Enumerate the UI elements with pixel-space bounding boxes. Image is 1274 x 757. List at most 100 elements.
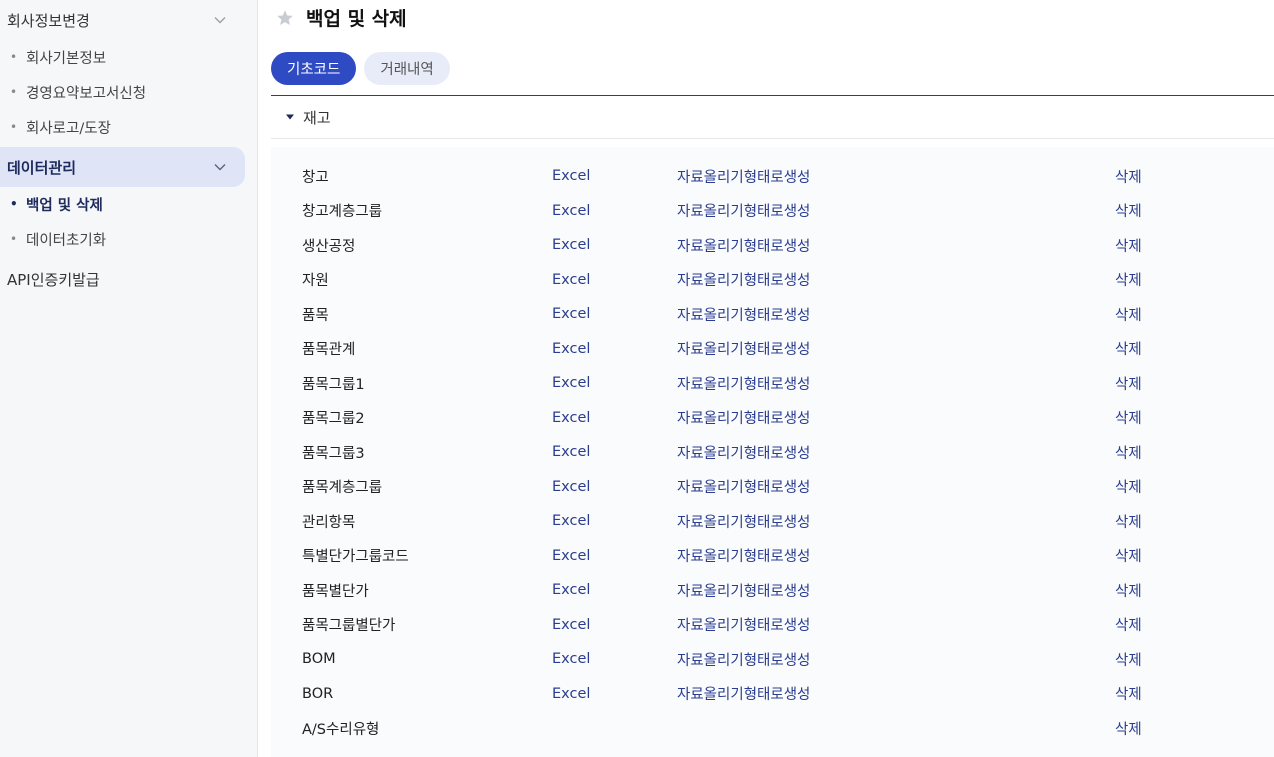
excel-link[interactable]: Excel	[552, 513, 590, 529]
delete-link[interactable]: 삭제	[1115, 407, 1142, 428]
generate-upload-format-link[interactable]: 자료올리기형태로생성	[677, 476, 810, 497]
delete-link[interactable]: 삭제	[1115, 304, 1142, 325]
delete-link[interactable]: 삭제	[1115, 200, 1142, 221]
generate-upload-format-link[interactable]: 자료올리기형태로생성	[677, 235, 810, 256]
item-name: BOM	[302, 651, 336, 667]
delete-link[interactable]: 삭제	[1115, 718, 1142, 739]
item-name: 품목계층그룹	[302, 480, 383, 496]
section-header-inventory[interactable]: 재고	[271, 96, 1274, 139]
list-item: 품목별단가 Excel 자료올리기형태로생성 삭제	[271, 573, 1274, 607]
delete-link[interactable]: 삭제	[1115, 373, 1142, 394]
item-name: BOR	[302, 685, 334, 702]
item-name: 관리항목	[302, 514, 356, 531]
caret-down-icon	[286, 114, 294, 120]
generate-upload-format-link[interactable]: 자료올리기형태로생성	[677, 373, 810, 394]
list-item: BOR Excel 자료올리기형태로생성 삭제	[271, 677, 1274, 711]
generate-upload-format-link[interactable]: 자료올리기형태로생성	[677, 269, 810, 290]
item-name: 품목그룹2	[302, 411, 365, 427]
list-item: 창고 Excel 자료올리기형태로생성 삭제	[271, 159, 1274, 193]
sidebar-group-label: 회사정보변경	[7, 11, 90, 30]
sidebar-item-label: 회사로고/도장	[26, 120, 111, 137]
list-item: 품목 Excel 자료올리기형태로생성 삭제	[271, 297, 1274, 331]
excel-link[interactable]: Excel	[552, 341, 590, 357]
generate-upload-format-link[interactable]: 자료올리기형태로생성	[677, 338, 810, 359]
bullet-icon: •	[10, 197, 18, 211]
list-item: 특별단가그룹코드 Excel 자료올리기형태로생성 삭제	[271, 539, 1274, 573]
generate-upload-format-link[interactable]: 자료올리기형태로생성	[677, 304, 810, 325]
delete-link[interactable]: 삭제	[1115, 580, 1142, 601]
list-item: 품목계층그룹 Excel 자료올리기형태로생성 삭제	[271, 470, 1274, 504]
sidebar-item-backup-delete[interactable]: • 백업 및 삭제	[0, 189, 245, 219]
excel-link[interactable]: Excel	[552, 617, 590, 633]
excel-link[interactable]: Excel	[552, 306, 590, 322]
generate-upload-format-link[interactable]: 자료올리기형태로생성	[677, 649, 810, 670]
list-item: BOM Excel 자료올리기형태로생성 삭제	[271, 642, 1274, 676]
generate-upload-format-link[interactable]: 자료올리기형태로생성	[677, 580, 810, 601]
sidebar-item-logo-stamp[interactable]: • 회사로고/도장	[0, 112, 245, 142]
title-row: 백업 및 삭제	[276, 4, 407, 31]
delete-link[interactable]: 삭제	[1115, 442, 1142, 463]
excel-link[interactable]: Excel	[552, 582, 590, 598]
excel-link[interactable]: Excel	[552, 375, 590, 391]
item-name: 창고계층그룹	[302, 204, 383, 220]
sidebar-item-label: 회사기본정보	[26, 50, 107, 67]
sidebar-group-company-info[interactable]: 회사정보변경	[0, 0, 245, 40]
excel-link[interactable]: Excel	[552, 444, 590, 460]
delete-link[interactable]: 삭제	[1115, 649, 1142, 670]
excel-link[interactable]: Excel	[552, 686, 590, 702]
item-name: 품목그룹1	[302, 376, 365, 393]
excel-link[interactable]: Excel	[552, 237, 590, 253]
star-icon[interactable]	[276, 9, 294, 27]
bullet-icon: •	[10, 50, 18, 64]
sidebar-item-company-basic[interactable]: • 회사기본정보	[0, 42, 245, 72]
sidebar-group-label: 데이터관리	[7, 158, 77, 177]
list-item: 관리항목 Excel 자료올리기형태로생성 삭제	[271, 504, 1274, 538]
sidebar-group-data-management[interactable]: 데이터관리	[0, 147, 245, 187]
bullet-icon: •	[10, 85, 18, 99]
excel-link[interactable]: Excel	[552, 168, 590, 184]
generate-upload-format-link[interactable]: 자료올리기형태로생성	[677, 407, 810, 428]
generate-upload-format-link[interactable]: 자료올리기형태로생성	[677, 614, 810, 635]
excel-link[interactable]: Excel	[552, 548, 590, 564]
tab-transactions[interactable]: 거래내역	[364, 52, 450, 85]
item-name: 품목	[302, 307, 329, 324]
generate-upload-format-link[interactable]: 자료올리기형태로생성	[677, 166, 810, 187]
delete-link[interactable]: 삭제	[1115, 545, 1142, 566]
generate-upload-format-link[interactable]: 자료올리기형태로생성	[677, 545, 810, 566]
excel-link[interactable]: Excel	[552, 410, 590, 426]
chevron-down-icon	[214, 17, 226, 24]
excel-link[interactable]: Excel	[552, 272, 590, 288]
item-name: 품목별단가	[302, 583, 369, 600]
generate-upload-format-link[interactable]: 자료올리기형태로생성	[677, 511, 810, 532]
list-item: 품목그룹3 Excel 자료올리기형태로생성 삭제	[271, 435, 1274, 469]
section-label: 재고	[303, 108, 331, 127]
delete-link[interactable]: 삭제	[1115, 476, 1142, 497]
sidebar-item-label: 데이터초기화	[26, 232, 107, 249]
delete-link[interactable]: 삭제	[1115, 235, 1142, 256]
generate-upload-format-link[interactable]: 자료올리기형태로생성	[677, 200, 810, 221]
generate-upload-format-link[interactable]: 자료올리기형태로생성	[677, 683, 810, 704]
list-item: 생산공정 Excel 자료올리기형태로생성 삭제	[271, 228, 1274, 262]
item-name: 품목그룹별단가	[302, 618, 396, 634]
delete-link[interactable]: 삭제	[1115, 511, 1142, 532]
delete-link[interactable]: 삭제	[1115, 166, 1142, 187]
delete-link[interactable]: 삭제	[1115, 338, 1142, 359]
sidebar-item-api-key[interactable]: API인증키발급	[7, 269, 100, 290]
tab-base-code[interactable]: 기초코드	[271, 52, 357, 85]
backup-list: 창고 Excel 자료올리기형태로생성 삭제 창고계층그룹 Excel 자료올리기형태로생성…	[271, 147, 1274, 757]
sidebar-item-data-reset[interactable]: • 데이터초기화	[0, 224, 245, 254]
delete-link[interactable]: 삭제	[1115, 269, 1142, 290]
delete-link[interactable]: 삭제	[1115, 614, 1142, 635]
item-name: A/S수리유형	[302, 721, 380, 738]
excel-link[interactable]: Excel	[552, 479, 590, 495]
tab-bar: 기초코드 거래내역	[271, 52, 450, 85]
excel-link[interactable]: Excel	[552, 203, 590, 219]
item-name: 품목그룹3	[302, 445, 365, 462]
excel-link[interactable]: Excel	[552, 651, 590, 667]
sidebar-item-summary-report[interactable]: • 경영요약보고서신청	[0, 77, 245, 107]
delete-link[interactable]: 삭제	[1115, 683, 1142, 704]
list-item: 자원 Excel 자료올리기형태로생성 삭제	[271, 263, 1274, 297]
generate-upload-format-link[interactable]: 자료올리기형태로생성	[677, 442, 810, 463]
chevron-down-icon	[214, 164, 226, 171]
list-item: 품목그룹별단가 Excel 자료올리기형태로생성 삭제	[271, 608, 1274, 642]
